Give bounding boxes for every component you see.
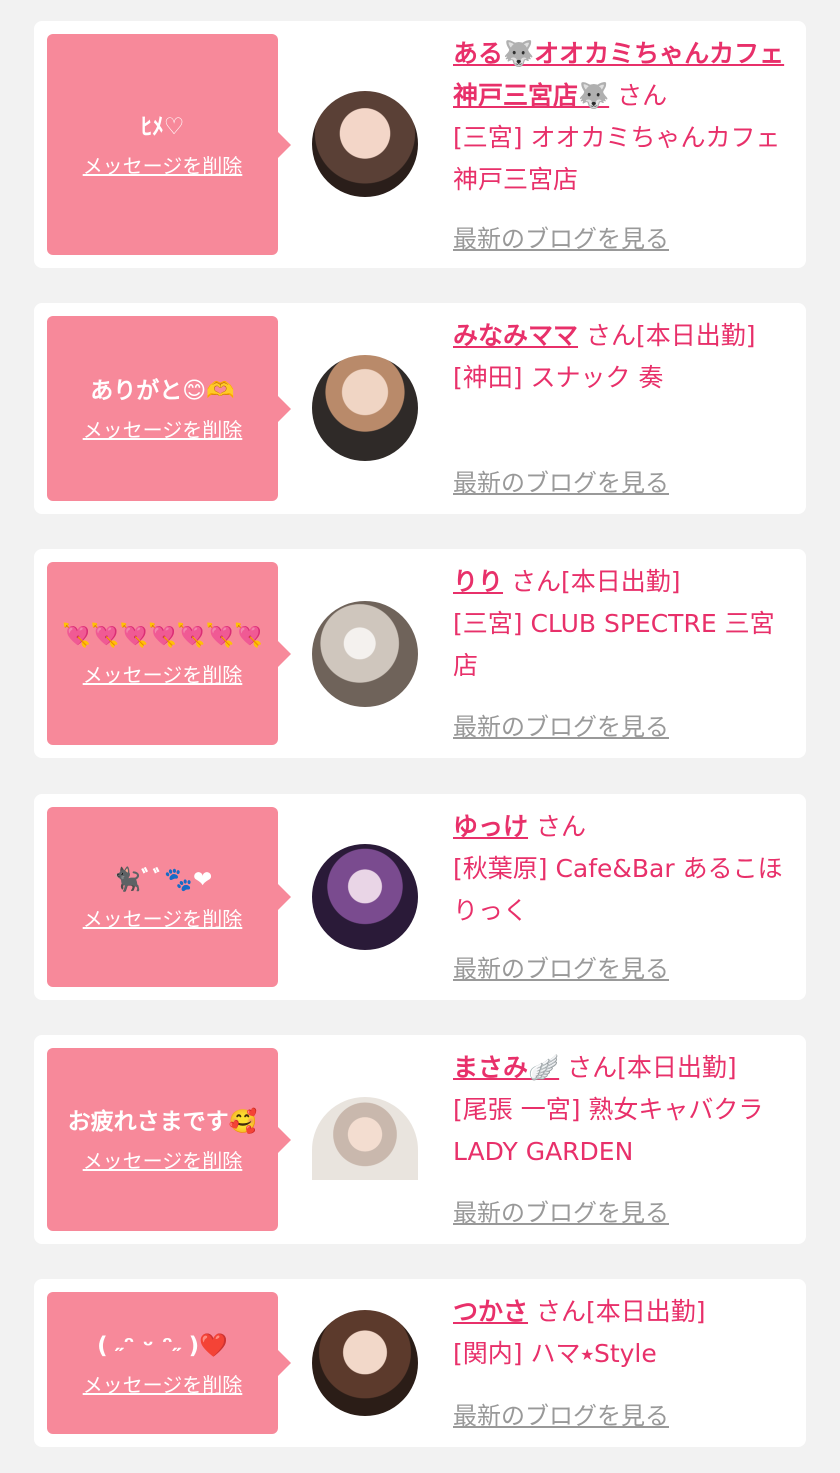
delete-message-link[interactable]: メッセージを削除 [83,150,243,179]
avatar[interactable] [312,91,418,197]
shop-text: [神田] スナック 奏 [453,363,664,392]
message-text: 💘💘💘💘💘💘💘 [62,623,263,649]
shop-text: [関内] ハマ⭑Style [453,1339,657,1368]
message-text: お疲れさまです🥰 [67,1109,258,1135]
honorific: さん [510,567,561,596]
message-text: ありがと😊🫶 [90,378,235,404]
cast-info: まさみ🪽 さん[本日出勤] [尾張 一宮] 熟女キャバクラLADY GARDEN [453,1047,793,1173]
message-text: 🐈‍⬛ﾞﾞ🐾❤ [112,866,213,893]
shop-text: [三宮] オオカミちゃんカフェ神戸三宮店 [453,123,781,194]
message-bubble: ﾋﾒ♡ メッセージを削除 [47,34,291,255]
avatar[interactable] [312,1097,418,1180]
cast-info: ゆっけ さん [秋葉原] Cafe&Bar あるこほりっく [453,806,793,932]
shop-text: [三宮] CLUB SPECTRE 三宮店 [453,609,775,680]
cast-info: ある🐺オオカミちゃんカフェ神戸三宮店🐺 さん [三宮] オオカミちゃんカフェ神戸… [453,33,793,201]
thread-card: 💘💘💘💘💘💘💘 メッセージを削除 りり さん[本日出勤] [三宮] CLUB S… [34,549,806,758]
status-text: [本日出勤] [635,321,756,350]
latest-blog-link[interactable]: 最新のブログを見る [453,1193,669,1228]
cast-name-link[interactable]: ゆっけ [453,812,528,841]
cast-name-link[interactable]: みなみママ [453,321,578,350]
avatar[interactable] [312,601,418,707]
thread-card: ﾋﾒ♡ メッセージを削除 ある🐺オオカミちゃんカフェ神戸三宮店🐺 さん [三宮]… [34,21,806,268]
avatar[interactable] [312,1310,418,1416]
delete-message-link[interactable]: メッセージを削除 [83,659,243,688]
cast-info: つかさ さん[本日出勤] [関内] ハマ⭑Style [453,1291,793,1375]
avatar[interactable] [312,355,418,461]
message-bubble: ( ˶ᵔ ᵕ ᵔ˶ )❤️ メッセージを削除 [47,1292,291,1434]
latest-blog-link[interactable]: 最新のブログを見る [453,1396,669,1431]
status-text: [本日出勤] [585,1297,706,1326]
message-bubble: ありがと😊🫶 メッセージを削除 [47,316,291,501]
message-bubble: 💘💘💘💘💘💘💘 メッセージを削除 [47,562,291,745]
status-text: [本日出勤] [560,567,681,596]
thread-card: ( ˶ᵔ ᵕ ᵔ˶ )❤️ メッセージを削除 つかさ さん[本日出勤] [関内]… [34,1279,806,1447]
delete-message-link[interactable]: メッセージを削除 [83,903,243,932]
honorific: さん [535,1297,586,1326]
cast-name-link[interactable]: りり [453,567,503,596]
message-text: ﾋﾒ♡ [140,114,185,140]
shop-text: [秋葉原] Cafe&Bar あるこほりっく [453,854,783,925]
delete-message-link[interactable]: メッセージを削除 [83,1369,243,1398]
honorific: さん [617,81,668,110]
honorific: さん [535,812,586,841]
cast-name-link[interactable]: まさみ🪽 [453,1053,559,1082]
thread-card: お疲れさまです🥰 メッセージを削除 まさみ🪽 さん[本日出勤] [尾張 一宮] … [34,1035,806,1244]
delete-message-link[interactable]: メッセージを削除 [83,414,243,443]
cast-info: りり さん[本日出勤] [三宮] CLUB SPECTRE 三宮店 [453,561,793,687]
thread-card: 🐈‍⬛ﾞﾞ🐾❤ メッセージを削除 ゆっけ さん [秋葉原] Cafe&Bar あ… [34,794,806,1000]
honorific: さん [585,321,636,350]
delete-message-link[interactable]: メッセージを削除 [83,1145,243,1174]
latest-blog-link[interactable]: 最新のブログを見る [453,463,669,498]
latest-blog-link[interactable]: 最新のブログを見る [453,949,669,984]
message-text: ( ˶ᵔ ᵕ ᵔ˶ )❤️ [97,1332,228,1359]
latest-blog-link[interactable]: 最新のブログを見る [453,219,669,254]
thread-card: ありがと😊🫶 メッセージを削除 みなみママ さん[本日出勤] [神田] スナック… [34,303,806,514]
honorific: さん [567,1053,618,1082]
cast-info: みなみママ さん[本日出勤] [神田] スナック 奏 [453,315,793,399]
message-bubble: 🐈‍⬛ﾞﾞ🐾❤ メッセージを削除 [47,807,291,987]
avatar[interactable] [312,844,418,950]
cast-name-link[interactable]: つかさ [453,1297,528,1326]
message-bubble: お疲れさまです🥰 メッセージを削除 [47,1048,291,1231]
shop-text: [尾張 一宮] 熟女キャバクラLADY GARDEN [453,1095,764,1166]
latest-blog-link[interactable]: 最新のブログを見る [453,707,669,742]
status-text: [本日出勤] [617,1053,737,1082]
